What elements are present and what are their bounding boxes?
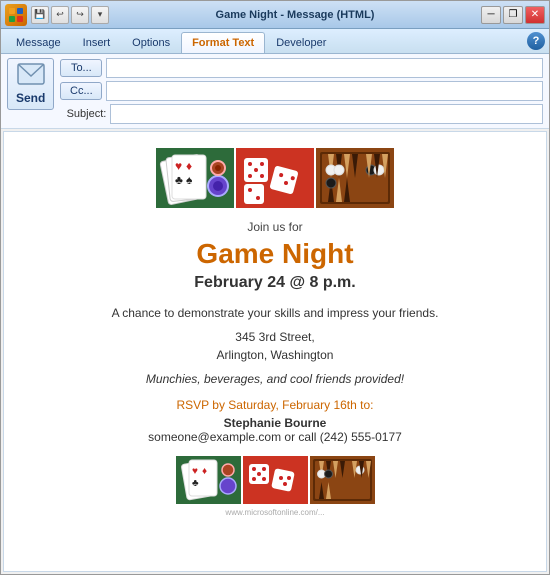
- bottom-image-collage: ♥ ♦ ♣: [34, 456, 516, 504]
- title-bar: 💾 ↩ ↪ ▾ Game Night - Message (HTML) ─ ❐ …: [1, 1, 549, 29]
- send-envelope-icon: [17, 63, 45, 90]
- join-us-text: Join us for: [34, 220, 516, 234]
- description-text: A chance to demonstrate your skills and …: [34, 306, 516, 320]
- date-line: February 24 @ 8 p.m.: [34, 274, 516, 292]
- munchies-text: Munchies, beverages, and cool friends pr…: [34, 372, 516, 386]
- window-title: Game Night - Message (HTML): [216, 9, 375, 21]
- email-content: ♥ ♦ ♣ ♠: [4, 132, 546, 533]
- window-controls: ─ ❐ ✕: [481, 6, 545, 24]
- ribbon: Message Insert Options Format Text Devel…: [1, 29, 549, 54]
- restore-button[interactable]: ❐: [503, 6, 523, 24]
- outlook-window: 💾 ↩ ↪ ▾ Game Night - Message (HTML) ─ ❐ …: [0, 0, 550, 575]
- title-bar-left: 💾 ↩ ↪ ▾: [5, 4, 109, 26]
- cards-image: ♥ ♦ ♣ ♠: [156, 148, 234, 208]
- backgammon-image: [316, 148, 394, 208]
- tab-developer[interactable]: Developer: [265, 32, 337, 53]
- toolbar-icons: 💾 ↩ ↪ ▾: [31, 6, 109, 24]
- svg-text:♦: ♦: [202, 466, 207, 477]
- cc-button[interactable]: Cc...: [60, 82, 102, 100]
- svg-text:♥: ♥: [175, 159, 182, 173]
- undo-icon[interactable]: ↩: [51, 6, 69, 24]
- dice-image: [236, 148, 314, 208]
- rsvp-contact: someone@example.com or call (242) 555-01…: [34, 430, 516, 444]
- save-icon[interactable]: 💾: [31, 6, 49, 24]
- send-label: Send: [16, 91, 45, 105]
- minimize-button[interactable]: ─: [481, 6, 501, 24]
- tab-message[interactable]: Message: [5, 32, 72, 53]
- tab-format-text[interactable]: Format Text: [181, 32, 265, 53]
- send-button[interactable]: Send: [7, 58, 54, 110]
- svg-text:♣: ♣: [192, 478, 199, 489]
- subject-label: Subject:: [60, 108, 106, 120]
- tab-options[interactable]: Options: [121, 32, 181, 53]
- ribbon-tabs: Message Insert Options Format Text Devel…: [1, 29, 549, 53]
- more-icon[interactable]: ▾: [91, 6, 109, 24]
- address-fields: To... Cc... Subject:: [60, 58, 543, 124]
- to-input[interactable]: [106, 58, 543, 78]
- to-button[interactable]: To...: [60, 59, 102, 77]
- rsvp-text: RSVP by Saturday, February 16th to:: [34, 398, 516, 412]
- svg-text:♠: ♠: [186, 173, 193, 187]
- address-line1: 345 3rd Street,: [235, 330, 314, 344]
- address-text: 345 3rd Street, Arlington, Washington: [34, 328, 516, 364]
- watermark-text: www.microsoftonline.com/...: [34, 508, 516, 517]
- bottom-dice-image: [243, 456, 308, 504]
- cc-input[interactable]: [106, 81, 543, 101]
- office-logo: [5, 4, 27, 26]
- email-body[interactable]: ♥ ♦ ♣ ♠: [3, 131, 547, 572]
- svg-text:♦: ♦: [186, 159, 192, 173]
- to-field-row: To...: [60, 58, 543, 78]
- svg-text:♥: ♥: [192, 466, 198, 477]
- help-icon[interactable]: ?: [527, 32, 545, 50]
- rsvp-name: Stephanie Bourne: [34, 416, 516, 430]
- game-night-title: Game Night: [34, 238, 516, 270]
- cc-field-row: Cc...: [60, 81, 543, 101]
- close-button[interactable]: ✕: [525, 6, 545, 24]
- svg-text:♣: ♣: [175, 173, 183, 187]
- bottom-cards-image: ♥ ♦ ♣: [176, 456, 241, 504]
- tab-insert[interactable]: Insert: [72, 32, 122, 53]
- redo-icon[interactable]: ↪: [71, 6, 89, 24]
- subject-row: Subject:: [60, 104, 543, 124]
- subject-input[interactable]: [110, 104, 543, 124]
- address-line2: Arlington, Washington: [217, 348, 334, 362]
- email-header: Send To... Cc... Subject:: [1, 54, 549, 129]
- top-image-collage: ♥ ♦ ♣ ♠: [34, 148, 516, 208]
- bottom-backgammon-image: [310, 456, 375, 504]
